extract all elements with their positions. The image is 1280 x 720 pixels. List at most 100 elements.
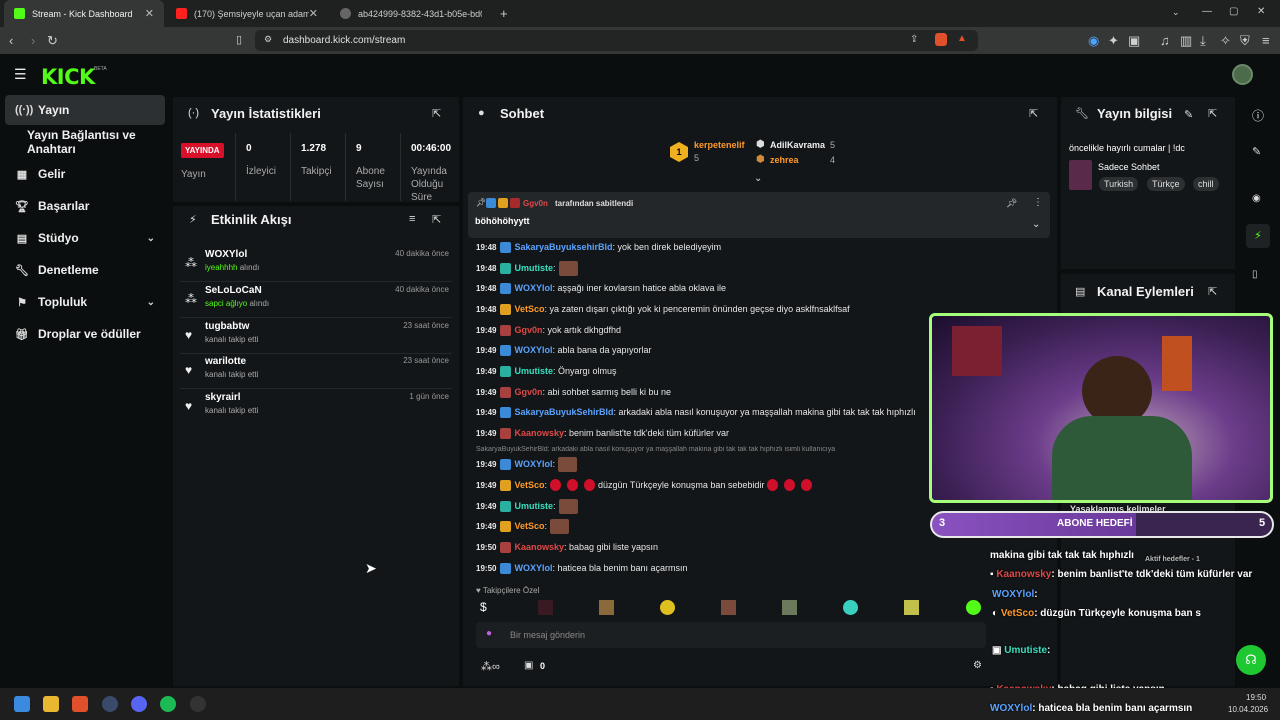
chat-settings-icon[interactable]: ⚙ — [973, 660, 982, 671]
steam-icon[interactable] — [102, 696, 118, 712]
popout-icon[interactable]: ⇱ — [1208, 107, 1217, 120]
message-user[interactable]: Umutiste — [514, 501, 553, 511]
menu-icon[interactable]: ≡ — [1262, 33, 1270, 48]
message-user[interactable]: WOXYlol — [514, 459, 552, 469]
message-user[interactable]: SakaryaBuyukSehirBld — [514, 407, 613, 417]
document-icon[interactable]: ▯ — [1252, 269, 1258, 280]
message-user[interactable]: Kaanowsky — [514, 428, 564, 438]
tab-list-chevron-icon[interactable]: ⌄ — [1172, 7, 1180, 18]
popout-icon[interactable]: ⇱ — [1029, 107, 1038, 120]
activity-user[interactable]: tugbabtw — [205, 321, 249, 332]
obs-icon[interactable] — [190, 696, 206, 712]
tab-kick-dashboard[interactable]: Stream - Kick Dashboard ✕ — [4, 0, 164, 27]
chat-message[interactable]: 19:49 Umutiste: — [476, 497, 578, 515]
tag-chip[interactable]: chill — [1193, 177, 1219, 191]
extensions-icon[interactable]: ✦ — [1108, 33, 1119, 49]
message-user[interactable]: Umutiste — [514, 263, 553, 273]
tag-chip[interactable]: Turkish — [1099, 177, 1139, 191]
activity-user[interactable]: skyrairl — [205, 392, 241, 403]
chat-message[interactable]: 19:48 SakaryaBuyuksehirBld: yok ben direk… — [476, 238, 721, 256]
chat-message[interactable]: 19:49 Ggv0n: yok artık dkhgdfhd — [476, 321, 621, 339]
filter-icon[interactable]: ≡ — [409, 213, 415, 225]
chat-message[interactable]: 19:49 VetSco: düzgün Türkçeyle konuşma ban… — [476, 476, 815, 494]
url-field[interactable]: ⚙ dashboard.kick.com/stream ⇪ ▲ — [255, 30, 978, 51]
avatar[interactable] — [1232, 64, 1253, 85]
chat-message[interactable]: 19:50 Kaanowsky: babag gibi liste yapsın — [476, 538, 658, 556]
popout-icon[interactable]: ⇱ — [432, 213, 441, 226]
sidebar-item-gelir[interactable]: ▦ Gelir — [5, 159, 165, 189]
message-user[interactable]: WOXYlol — [514, 345, 552, 355]
chat-message[interactable]: 19:49 WOXYlol: — [476, 455, 577, 473]
close-tab-icon[interactable]: ✕ — [309, 7, 318, 20]
chat-input[interactable]: ● Bir mesaj gönderin — [476, 622, 986, 648]
back-icon[interactable]: ‹ — [9, 33, 13, 48]
support-headset-icon[interactable]: ☊ — [1236, 645, 1266, 675]
chat-message[interactable]: 19:49 Kaanowsky: benim banlist'te tdk'dek… — [476, 424, 729, 442]
chat-message[interactable]: 19:49 WOXYlol: abla bana da yapıyorlar — [476, 341, 652, 359]
minimize-icon[interactable]: — — [1202, 6, 1212, 17]
tab-untitled[interactable]: ab424999-8382-43d1-b05e-bd0c2e7 — [330, 0, 492, 27]
leo-ai-icon[interactable]: ✧ — [1220, 33, 1231, 49]
unpin-icon[interactable]: 📌︎ — [1006, 198, 1017, 209]
pinned-message[interactable]: 📌︎ Ggv0n tarafından sabitlendi böhöhöhyy… — [468, 192, 1050, 238]
message-user[interactable]: VetSco — [514, 480, 544, 490]
message-user[interactable]: Ggv0n — [514, 325, 542, 335]
leaderboard-user[interactable]: kerpetenelif — [694, 140, 745, 150]
emote-icon[interactable] — [966, 600, 981, 615]
message-user[interactable]: Ggv0n — [514, 387, 542, 397]
message-user[interactable]: Kaanowsky — [514, 542, 564, 552]
emote-icon[interactable] — [538, 600, 553, 615]
kick-emote-icon[interactable]: $ — [480, 600, 487, 614]
close-tab-icon[interactable]: ✕ — [145, 7, 154, 20]
sidebar-icon[interactable]: ▥ — [1180, 33, 1192, 49]
emote-icon[interactable] — [660, 600, 675, 615]
vpn-icon[interactable]: ⛨ — [1240, 33, 1250, 49]
leaderboard-user[interactable]: AdilKavrama — [770, 140, 825, 150]
message-user[interactable]: VetSco — [514, 304, 544, 314]
message-user[interactable]: Umutiste — [514, 366, 553, 376]
leaderboard-user[interactable]: zehrea — [770, 155, 799, 165]
popout-icon[interactable]: ⇱ — [1208, 285, 1217, 298]
new-tab-button[interactable]: + — [500, 6, 508, 21]
emote-icon[interactable] — [782, 600, 797, 615]
popout-icon[interactable]: ⇱ — [432, 107, 441, 120]
tag-chip[interactable]: Türkçe — [1147, 177, 1185, 191]
sidebar-item-droplar[interactable]: 🎁︎ Droplar ve ödüller — [5, 319, 165, 349]
reload-icon[interactable]: ↻ — [47, 33, 58, 49]
message-user[interactable]: WOXYlol — [514, 563, 552, 573]
chat-message[interactable]: 19:49 VetSco: — [476, 517, 569, 535]
activity-user[interactable]: warilotte — [205, 356, 246, 367]
sidebar-item-denetleme[interactable]: 🔧︎ Denetleme — [5, 255, 165, 285]
chat-message[interactable]: 19:49 Umutiste: Önyargı olmuş — [476, 362, 617, 380]
emote-icon[interactable] — [904, 600, 919, 615]
file-explorer-icon[interactable] — [43, 696, 59, 712]
activity-user[interactable]: SeLoLoCaN — [205, 285, 262, 296]
activity-user[interactable]: WOXYlol — [205, 249, 247, 260]
brave-rewards-icon[interactable]: ▲ — [957, 33, 967, 44]
chat-message[interactable]: 19:50 WOXYlol: haticea bla benim banı aça… — [476, 559, 688, 577]
close-window-icon[interactable]: ✕ — [1257, 6, 1265, 17]
microphone-icon[interactable]: ● — [486, 628, 492, 639]
info-icon[interactable]: ⓘ — [1252, 107, 1264, 124]
tab-youtube[interactable]: (170) Şemsiyeyle uçan adam - YouTube ✕ — [166, 0, 328, 27]
kick-logo[interactable]: KICK — [41, 65, 95, 89]
media-icon[interactable]: ♫ — [1160, 33, 1170, 48]
sidebar-item-basarilar[interactable]: 🏆︎ Başarılar — [5, 191, 165, 221]
brave-browser-icon[interactable] — [72, 696, 88, 712]
sidebar-item-topluluk[interactable]: ⚑ Topluluk ⌄ — [5, 287, 165, 317]
emote-icon[interactable] — [843, 600, 858, 615]
brave-shield-icon[interactable] — [935, 33, 947, 46]
chat-message[interactable]: 19:48 VetSco: ya zaten dışarı çıktığı yok… — [476, 300, 850, 318]
share-icon[interactable]: ⇪ — [910, 34, 918, 45]
maximize-icon[interactable]: ▢ — [1229, 6, 1238, 17]
more-options-icon[interactable]: ⋮ — [1033, 197, 1043, 208]
chevron-down-icon[interactable]: ⌄ — [1032, 219, 1040, 230]
site-info-icon[interactable]: ⚙ — [264, 34, 272, 45]
chat-message[interactable]: 19:48 WOXYlol: aşşağı iner kovlarsın hati… — [476, 279, 726, 297]
spotify-icon[interactable] — [160, 696, 176, 712]
sidebar-item-stream-key[interactable]: Yayın Bağlantısı ve Anahtarı — [27, 127, 177, 157]
emote-icon[interactable] — [721, 600, 736, 615]
translate-icon[interactable]: ◉ — [1088, 33, 1099, 49]
edit-icon[interactable]: ✎ — [1252, 145, 1261, 158]
chat-message[interactable]: 19:49 Ggv0n: abi sohbet sarmış belli ki b… — [476, 383, 671, 401]
